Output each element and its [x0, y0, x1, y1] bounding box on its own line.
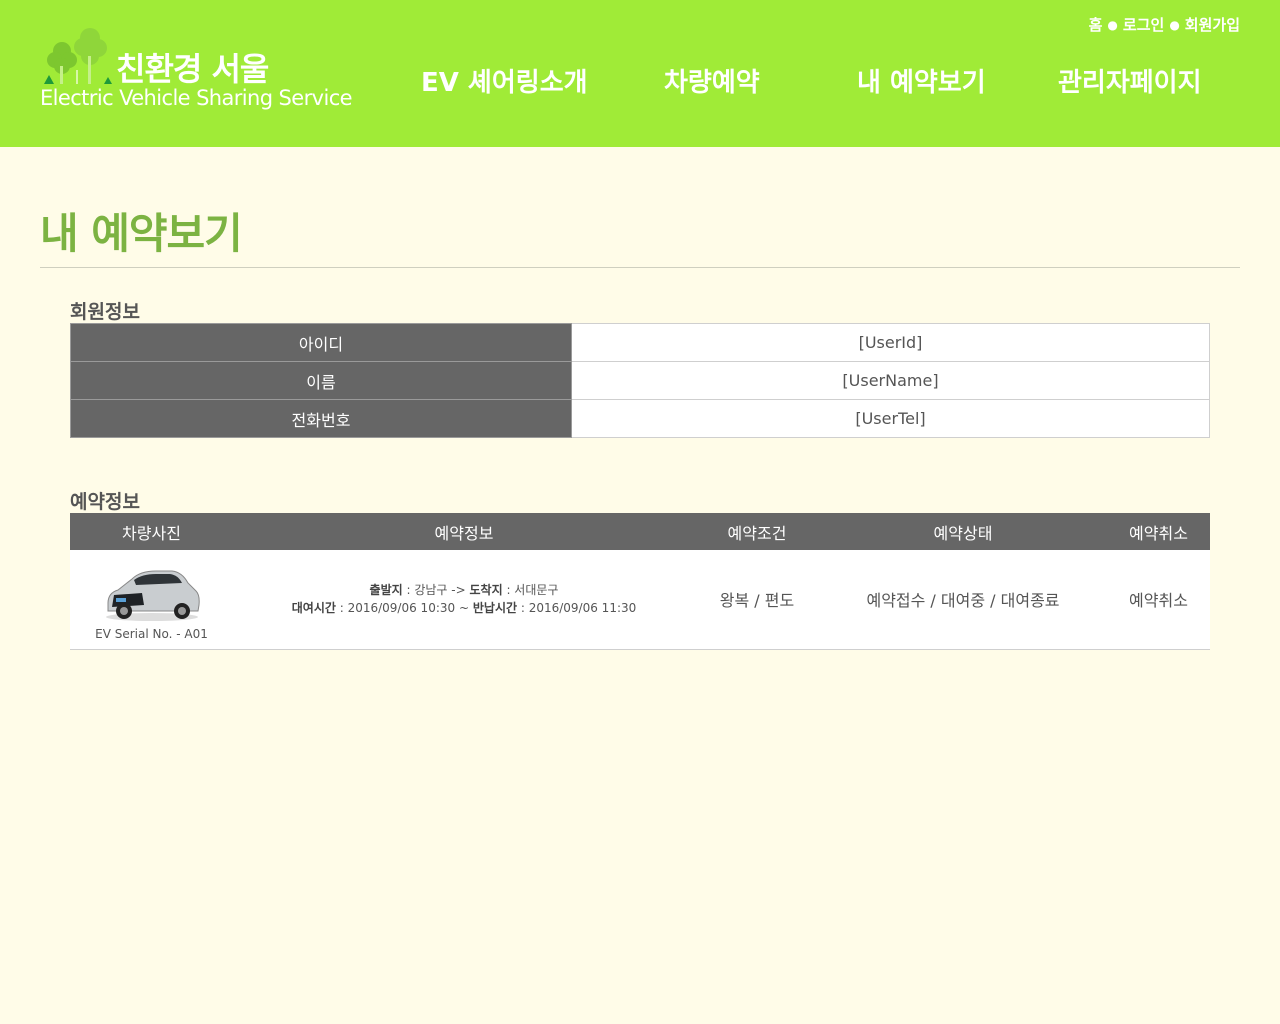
route-arrow: -> [451, 583, 466, 598]
depart-label: 출발지 [369, 583, 403, 598]
table-row: 이름 [UserName] [70, 361, 1210, 400]
member-info-table: 아이디 [UserId] 이름 [UserName] 전화번호 [UserTel… [70, 323, 1210, 438]
car-photo-cell: EV Serial No. - A01 [70, 550, 233, 650]
table-row: EV Serial No. - A01 출발지 : 강남구 -> 도착지 : 서… [70, 550, 1210, 650]
table-row: 아이디 [UserId] [70, 323, 1210, 362]
rent-time-label: 대여시간 [291, 601, 336, 616]
utility-links: 홈 ● 로그인 ● 회원가입 [1089, 14, 1240, 35]
util-link-home[interactable]: 홈 [1089, 14, 1103, 35]
reservation-table: 차량사진 예약정보 예약조건 예약상태 예약취소 EV Serial No. -… [70, 513, 1210, 650]
route-line: 출발지 : 강남구 -> 도착지 : 서대문구 [369, 583, 559, 598]
time-line: 대여시간 : 2016/09/06 10:30 ~ 반납시간 : 2016/09… [291, 601, 637, 616]
table-header-row: 차량사진 예약정보 예약조건 예약상태 예약취소 [70, 513, 1210, 550]
column-header-cancel: 예약취소 [1107, 513, 1210, 550]
nav-item-my-reservations[interactable]: 내 예약보기 [857, 62, 986, 99]
util-link-login[interactable]: 로그인 [1123, 14, 1164, 35]
arrive-value: 서대문구 [514, 583, 559, 598]
separator-dot-icon: ● [1169, 18, 1180, 32]
return-time-label: 반납시간 [472, 601, 518, 616]
column-header-car-photo: 차량사진 [70, 513, 233, 550]
separator-dot-icon: ● [1107, 18, 1118, 32]
member-section-label: 회원정보 [70, 301, 140, 323]
nav-item-ev-sharing-intro[interactable]: EV 셰어링소개 [421, 62, 588, 99]
cancel-reservation-link[interactable]: 예약취소 [1129, 591, 1188, 610]
nav-item-vehicle-reservation[interactable]: 차량예약 [664, 62, 760, 99]
time-range-tilde: ~ [458, 601, 470, 616]
table-row: 전화번호 [UserTel] [70, 399, 1210, 438]
main-navigation: EV 셰어링소개 차량예약 내 예약보기 관리자페이지 [0, 62, 1280, 102]
car-serial-number: EV Serial No. - A01 [95, 627, 208, 642]
site-header: 친환경 서울 Electric Vehicle Sharing Service … [0, 0, 1280, 147]
reservation-section-label: 예약정보 [70, 491, 140, 513]
electric-car-image [105, 570, 200, 622]
member-tel-label: 전화번호 [70, 399, 572, 438]
reservation-condition: 왕복 / 편도 [695, 550, 819, 650]
column-header-status: 예약상태 [819, 513, 1107, 550]
nav-item-admin-page[interactable]: 관리자페이지 [1058, 62, 1202, 99]
arrive-label: 도착지 [469, 583, 503, 598]
column-header-reservation-info: 예약정보 [233, 513, 695, 550]
depart-value: 강남구 [414, 583, 448, 598]
cancel-reservation-cell: 예약취소 [1107, 550, 1210, 650]
member-name-label: 이름 [70, 361, 572, 400]
column-header-condition: 예약조건 [695, 513, 819, 550]
title-divider [40, 267, 1240, 268]
member-id-label: 아이디 [70, 323, 572, 362]
member-name-value: [UserName] [571, 361, 1210, 400]
util-link-signup[interactable]: 회원가입 [1185, 14, 1240, 35]
return-time-value: 2016/09/06 11:30 [528, 601, 637, 616]
member-tel-value: [UserTel] [571, 399, 1210, 438]
member-id-value: [UserId] [571, 323, 1210, 362]
rent-time-value: 2016/09/06 10:30 [347, 601, 456, 616]
reservation-info-cell: 출발지 : 강남구 -> 도착지 : 서대문구 대여시간 : 2016/09/0… [233, 550, 695, 650]
page-title: 내 예약보기 [40, 209, 243, 258]
reservation-status: 예약접수 / 대여중 / 대여종료 [819, 550, 1107, 650]
